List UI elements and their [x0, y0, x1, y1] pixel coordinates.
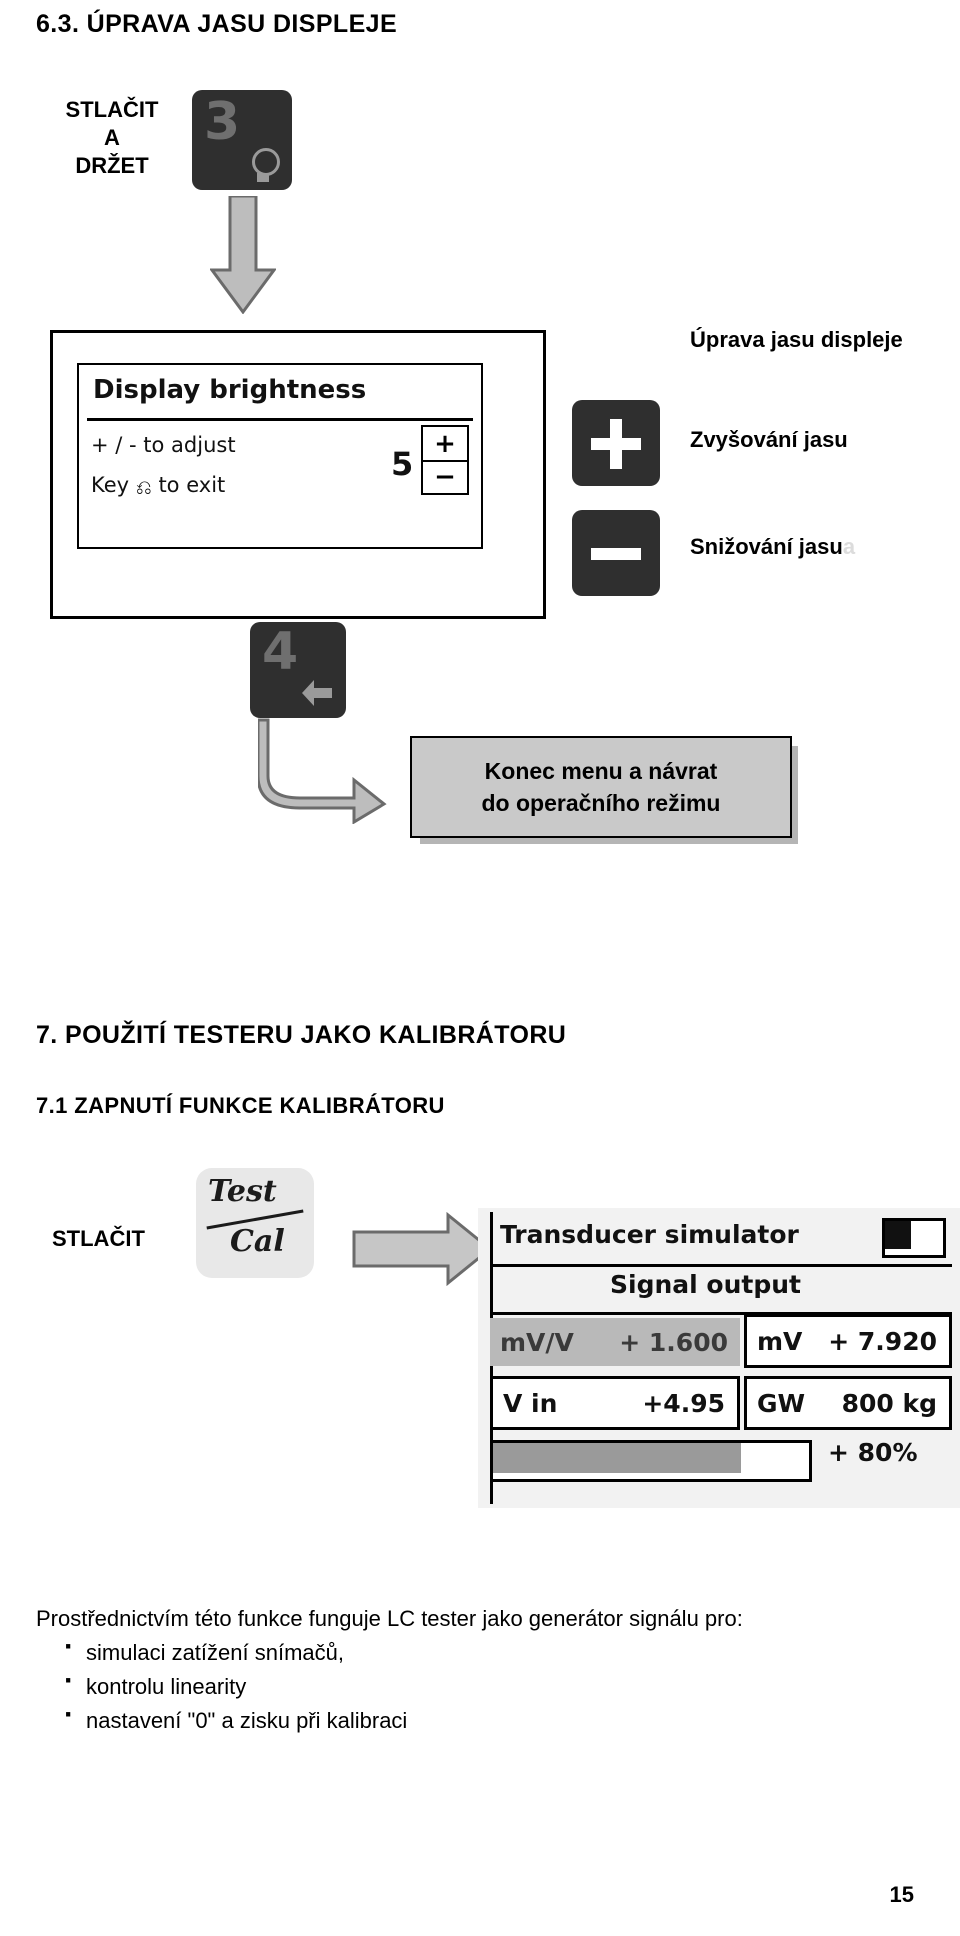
arrow-down-icon — [210, 196, 276, 314]
display-sim-vin-value: +4.95 — [642, 1388, 725, 1418]
exit-menu-callout-text: Konec menu a návrat do operačního režimu — [482, 755, 721, 819]
display-sim-vin-unit: V in — [503, 1388, 558, 1418]
display-sim-progress-bar-fill — [493, 1443, 741, 1473]
display-sim-mvv-value: + 1.600 — [619, 1327, 728, 1357]
display-hint-exit-suffix: to exit — [158, 473, 226, 497]
press-label-line2: A — [104, 125, 120, 150]
display-title-divider — [87, 418, 473, 421]
arrow-right-icon — [352, 1212, 492, 1286]
list-item: simulaci zatížení snímačů, — [64, 1630, 916, 1670]
back-key-icon: ⎌ — [135, 475, 152, 499]
display-sim-gw-cell: GW 800 kg — [744, 1376, 952, 1430]
display-sim-title: Transducer simulator — [500, 1220, 799, 1249]
display-sim-mv-unit: mV — [757, 1326, 803, 1356]
key-3-number: 3 — [204, 92, 241, 152]
display-sim-progress-bar — [490, 1440, 812, 1482]
exit-menu-line1: Konec menu a návrat — [484, 758, 718, 784]
display-sim-mvv-unit: mV/V — [500, 1327, 574, 1357]
display-brightness-title: Display brightness — [93, 375, 367, 405]
plus-icon-vertical-bar — [610, 419, 622, 469]
press-label-line3: DRŽET — [75, 153, 149, 178]
display-sim-mv-cell: mV + 7.920 — [744, 1314, 952, 1368]
body-paragraph: Prostřednictvím této funkce funguje LC t… — [36, 1602, 916, 1738]
display-sim-gw-value: 800 kg — [841, 1388, 937, 1418]
curved-arrow-icon — [258, 718, 387, 824]
page-number: 15 — [889, 1882, 914, 1907]
display-sim-vin-cell: V in +4.95 — [490, 1376, 740, 1430]
key-plus-button — [572, 400, 660, 486]
test-cal-key-top-label: Test — [208, 1174, 277, 1209]
display-minus-symbol: − — [434, 461, 456, 492]
label-display-brightness-adjust: Úprava jasu displeje — [690, 327, 903, 352]
section-heading-7-1: 7.1 ZAPNUTÍ FUNKCE KALIBRÁTORU — [36, 1093, 445, 1118]
test-cal-key-bottom-label: Cal — [230, 1224, 285, 1259]
display-transducer-simulator-screenshot: Transducer simulator Signal output mV/V … — [478, 1208, 960, 1508]
section-heading-6-3: 6.3. ÚPRAVA JASU DISPLEJE — [36, 10, 398, 38]
document-page: 6.3. ÚPRAVA JASU DISPLEJE STLAČIT A DRŽE… — [0, 0, 960, 1936]
display-plus-minus-indicator: + − — [421, 425, 469, 495]
body-bullet-list: simulaci zatížení snímačů, kontrolu line… — [36, 1630, 916, 1738]
display-brightness-screenshot: Display brightness + / - to adjust Key ⎌… — [50, 330, 546, 619]
display-brightness-inner-frame: Display brightness + / - to adjust Key ⎌… — [77, 363, 483, 549]
back-arrow-icon — [302, 680, 332, 706]
label-decrease-brightness-tail: a — [842, 534, 856, 559]
press-label-calibrator: STLAČIT — [52, 1226, 145, 1251]
press-label-line1: STLAČIT — [65, 97, 159, 122]
test-cal-key-button: Test Cal — [196, 1168, 314, 1278]
press-and-hold-label: STLAČIT A DRŽET — [52, 96, 172, 180]
display-sim-divider-1 — [490, 1264, 952, 1267]
label-decrease-brightness: Snižování jasua — [690, 534, 855, 560]
display-brightness-value: 5 — [391, 445, 414, 483]
key-3-button: 3 — [192, 90, 292, 190]
exit-menu-callout-box: Konec menu a návrat do operačního režimu — [410, 736, 798, 844]
display-sim-mv-value: + 7.920 — [828, 1326, 937, 1356]
key-4-number: 4 — [262, 622, 299, 682]
display-sim-gw-unit: GW — [757, 1388, 806, 1418]
display-plus-symbol: + — [423, 427, 467, 462]
exit-menu-line2: do operačního režimu — [481, 790, 721, 816]
display-hint-exit-prefix: Key — [91, 473, 130, 497]
brightness-bulb-icon — [248, 148, 280, 182]
display-sim-percent-value: + 80% — [828, 1438, 918, 1467]
list-item: nastavení "0" a zisku při kalibraci — [64, 1698, 916, 1738]
key-4-button: 4 — [250, 622, 346, 718]
minus-icon-bar — [591, 548, 641, 560]
display-hint-adjust: + / - to adjust — [91, 433, 236, 457]
display-hint-exit: Key ⎌ to exit — [91, 473, 226, 499]
body-lead-text: Prostřednictvím této funkce funguje LC t… — [36, 1606, 743, 1631]
label-increase-brightness: Zvyšování jasu — [690, 427, 848, 452]
list-item: kontrolu linearity — [64, 1664, 916, 1704]
section-heading-7: 7. POUŽITÍ TESTERU JAKO KALIBRÁTORU — [36, 1021, 567, 1049]
battery-icon — [882, 1218, 946, 1258]
display-sim-mvv-cell: mV/V + 1.600 — [490, 1318, 740, 1366]
key-minus-button — [572, 510, 660, 596]
label-decrease-brightness-text: Snižování jasu — [690, 534, 843, 559]
display-sim-signal-output-label: Signal output — [610, 1270, 801, 1299]
